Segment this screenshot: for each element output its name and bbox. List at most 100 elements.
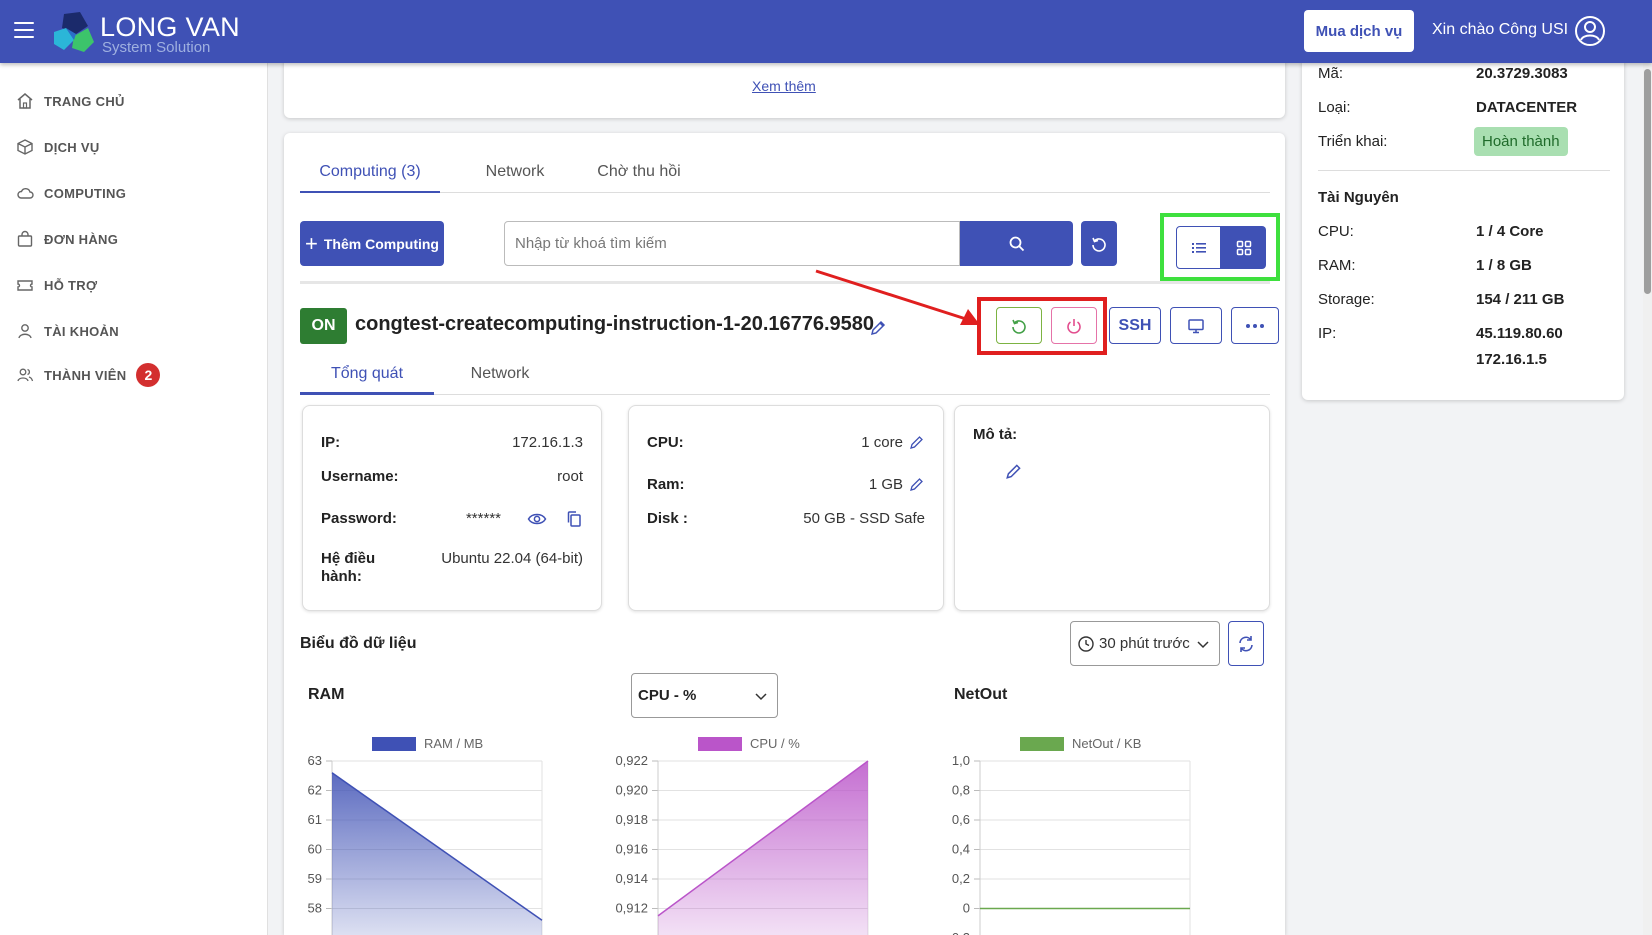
sidebar-item-orders[interactable]: ĐƠN HÀNG: [16, 225, 118, 253]
page-scrollbar[interactable]: [1643, 63, 1652, 935]
tab-network[interactable]: Network: [470, 153, 560, 193]
sidebar-item-home[interactable]: TRANG CHỦ: [16, 87, 125, 115]
users-icon: [17, 368, 34, 382]
top-bar: LONG VAN System Solution Mua dịch vụ Xin…: [0, 0, 1652, 63]
edit-name-icon[interactable]: [868, 318, 888, 338]
cpu-label: CPU:: [647, 434, 684, 451]
charts-title: Biểu đồ dữ liệu: [300, 635, 417, 652]
subtab-network[interactable]: Network: [450, 355, 550, 395]
subtab-overview[interactable]: Tổng quát: [300, 355, 434, 395]
y-tick-label: 61: [308, 812, 322, 827]
legend-label: RAM / MB: [424, 736, 483, 751]
box-icon: [17, 139, 33, 155]
ram-value: 1 / 8 GB: [1476, 257, 1532, 274]
ram-chart: RAM / MB 63 62 61 60 59 58: [308, 736, 543, 935]
ram-label: Ram:: [647, 476, 685, 493]
search-input[interactable]: [504, 221, 960, 266]
y-tick-label: 0,920: [615, 783, 648, 798]
eye-icon[interactable]: [527, 510, 547, 528]
cpu-label: CPU:: [1318, 223, 1354, 240]
more-actions-button[interactable]: [1231, 307, 1279, 344]
disk-label: Disk :: [647, 510, 688, 527]
refresh-charts-button[interactable]: [1228, 621, 1264, 666]
undo-icon: [1092, 237, 1106, 252]
netout-chart-label: NetOut: [954, 686, 1008, 703]
type-value: DATACENTER: [1476, 99, 1578, 116]
y-tick-label: 0,922: [615, 753, 648, 768]
ram-value: 1 GB: [868, 476, 903, 493]
edit-cpu-icon[interactable]: [909, 434, 925, 450]
ram-label: RAM:: [1318, 257, 1356, 274]
ip-label: IP:: [321, 434, 341, 451]
deploy-label: Triển khai:: [1318, 133, 1388, 150]
console-button[interactable]: [1170, 307, 1222, 344]
edit-description-icon[interactable]: [1005, 462, 1023, 480]
y-tick-label: 0,914: [615, 871, 648, 886]
os-value: Ubuntu 22.04 (64-bit): [441, 550, 583, 567]
time-range-value: 30 phút trước: [1099, 635, 1190, 652]
see-more-link[interactable]: Xem thêm: [752, 78, 816, 94]
cpu-value: 1 core: [861, 434, 903, 451]
clock-icon: [1078, 635, 1094, 652]
reload-list-button[interactable]: [1081, 221, 1117, 266]
monitor-icon: [1188, 318, 1204, 333]
sidebar-item-members[interactable]: THÀNH VIÊN 2: [16, 361, 161, 389]
ssh-button[interactable]: SSH: [1109, 307, 1161, 344]
y-tick-label: 0,916: [615, 842, 648, 857]
home-icon: [17, 93, 33, 109]
sidebar-item-support[interactable]: HỖ TRỢ: [16, 271, 97, 299]
grid-view-button[interactable]: [1221, 226, 1266, 269]
scrollbar-thumb[interactable]: [1644, 69, 1651, 294]
computing-panel: Computing (3) Network Chờ thu hồi + Thêm…: [284, 133, 1285, 935]
service-info-panel: Mã: 20.3729.3083 Loại: DATACENTER Triển …: [1302, 40, 1624, 400]
y-tick-label: 0,8: [952, 783, 970, 798]
chevron-down-icon: [755, 693, 767, 701]
refresh-icon: [1239, 635, 1253, 652]
ip-value-2: 172.16.1.5: [1476, 351, 1547, 368]
power-icon: [1067, 318, 1081, 334]
account-circle-icon[interactable]: [1574, 15, 1606, 47]
ram-value-wrap: 1 GB: [869, 476, 925, 493]
divider: [300, 281, 1270, 284]
sidebar-item-label: HỖ TRỢ: [44, 277, 98, 293]
series-area: [658, 761, 868, 935]
sidebar-item-label: TRANG CHỦ: [44, 93, 125, 109]
y-tick-label: 62: [308, 783, 322, 798]
logo[interactable]: LONG VAN System Solution: [50, 8, 240, 56]
username-value: root: [557, 468, 583, 485]
ip-label: IP:: [1318, 325, 1337, 342]
logo-mark: [54, 12, 94, 52]
cpu-value-wrap: 1 core: [861, 434, 925, 451]
search-button[interactable]: [960, 221, 1073, 266]
grid-icon: [1236, 240, 1251, 255]
power-button[interactable]: [1051, 307, 1097, 344]
time-range-select[interactable]: 30 phút trước: [1070, 621, 1220, 666]
sidebar-item-services[interactable]: DỊCH VỤ: [16, 133, 100, 161]
list-view-button[interactable]: [1176, 226, 1221, 269]
vm-name: congtest-createcomputing-instruction-1-2…: [355, 313, 875, 335]
add-computing-button[interactable]: + Thêm Computing: [300, 221, 444, 266]
sidebar-item-account[interactable]: TÀI KHOẢN: [16, 317, 119, 345]
menu-icon[interactable]: [14, 22, 34, 38]
main-tabs: Computing (3) Network Chờ thu hồi: [300, 153, 1270, 193]
sidebar-item-label: DỊCH VỤ: [44, 139, 100, 155]
tab-computing[interactable]: Computing (3): [300, 153, 440, 193]
logo-subtitle: System Solution: [102, 39, 211, 56]
tab-pending-revoke[interactable]: Chờ thu hồi: [584, 153, 694, 193]
password-value: ******: [465, 510, 501, 527]
copy-icon[interactable]: [565, 510, 583, 528]
password-actions: [527, 510, 583, 528]
edit-ram-icon[interactable]: [909, 476, 925, 492]
restart-button[interactable]: [996, 307, 1042, 344]
y-tick-label: 0,918: [615, 812, 648, 827]
list-icon: [1191, 242, 1206, 253]
sidebar-item-computing[interactable]: COMPUTING: [16, 179, 126, 207]
ticket-icon: [17, 280, 33, 291]
cpu-metric-value: CPU - %: [638, 687, 697, 704]
y-tick-label: 58: [308, 901, 322, 916]
sidebar-item-label: THÀNH VIÊN: [44, 367, 127, 383]
ip-value: 172.16.1.3: [512, 434, 583, 451]
password-label: Password:: [321, 510, 397, 527]
cpu-metric-select[interactable]: CPU - %: [631, 673, 778, 718]
buy-service-button[interactable]: Mua dịch vụ: [1304, 10, 1414, 52]
